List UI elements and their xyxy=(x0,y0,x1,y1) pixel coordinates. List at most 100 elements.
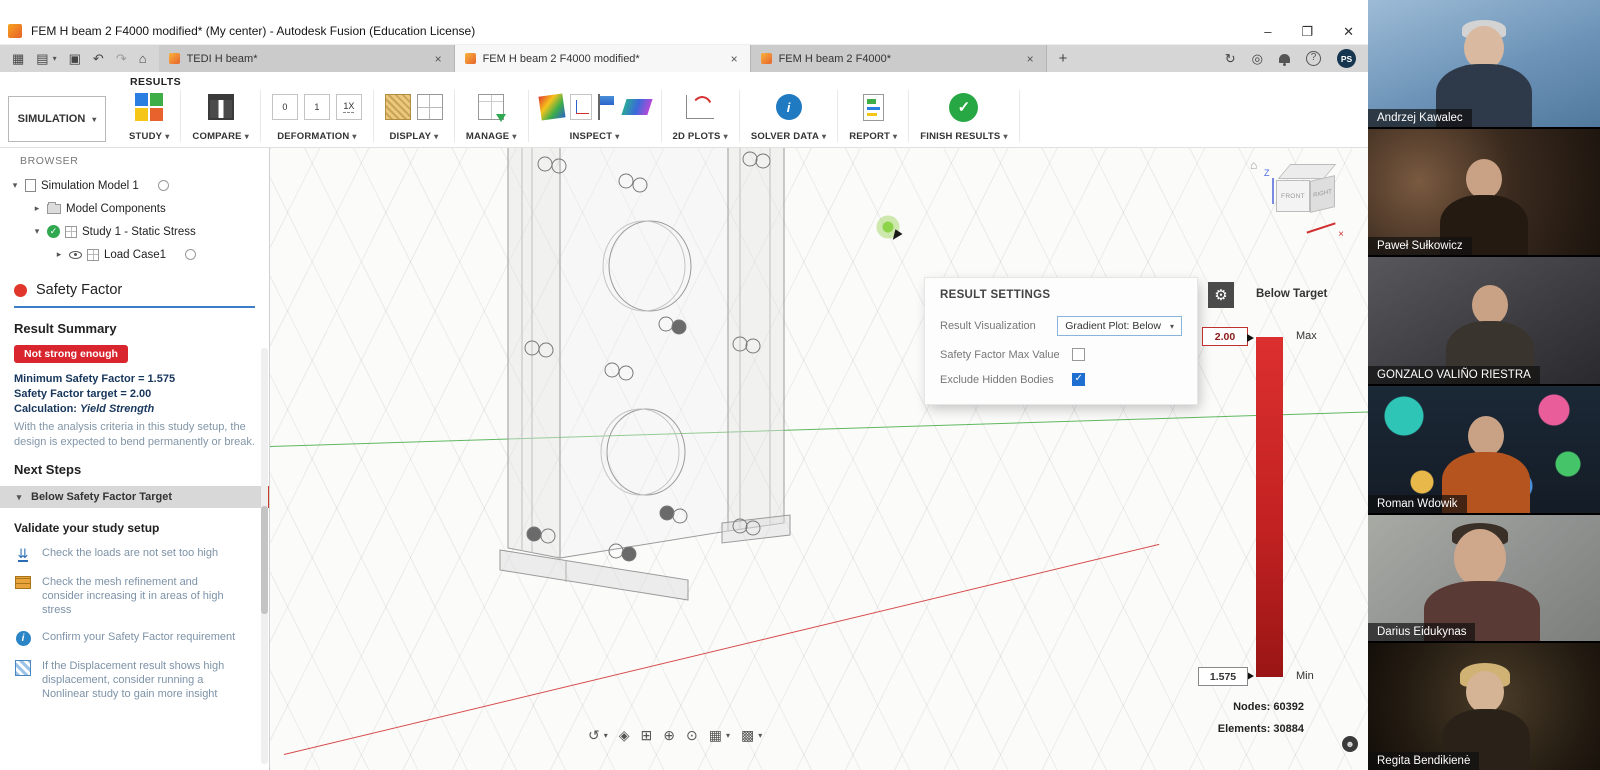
visibility-ring-icon[interactable] xyxy=(185,249,196,260)
zoom-window-icon[interactable]: ⊞ xyxy=(641,727,653,744)
compare-icon[interactable] xyxy=(208,94,234,120)
result-type-title: Safety Factor xyxy=(36,282,122,298)
file-menu-caret-icon[interactable]: ▾ xyxy=(53,54,57,63)
tab-close-icon[interactable]: × xyxy=(433,52,444,66)
gradient-result-icon[interactable] xyxy=(538,93,565,120)
slice-plane-icon[interactable] xyxy=(621,99,652,115)
ribbon-group-display[interactable]: DISPLAY▾ xyxy=(374,90,455,142)
participant-avatar xyxy=(1468,416,1504,456)
tab-tedi-h-beam[interactable]: TEDI H beam* × xyxy=(159,45,455,72)
caret-down-icon[interactable]: ▾ xyxy=(10,180,20,191)
result-type-header: Safety Factor xyxy=(14,282,255,308)
undeformed-icon[interactable]: 0 xyxy=(272,94,298,120)
tree-item-simulation-model[interactable]: ▾ Simulation Model 1 xyxy=(0,174,269,197)
model-viewport[interactable]: ⌂ Z FRONT RIGHT × RESULT SETTINGS Result… xyxy=(270,148,1368,770)
ribbon-group-report[interactable]: REPORT▾ xyxy=(838,90,909,142)
caret-right-icon[interactable]: ▸ xyxy=(54,249,64,260)
user-avatar[interactable]: PS xyxy=(1337,49,1356,68)
study-icon[interactable] xyxy=(135,93,163,121)
ribbon-group-study[interactable]: STUDY▾ xyxy=(118,90,181,142)
undo-icon[interactable]: ↶ xyxy=(93,51,104,67)
report-doc-icon[interactable] xyxy=(863,94,884,121)
visualization-dropdown[interactable]: Gradient Plot: Below ▾ xyxy=(1057,316,1182,336)
exclude-hidden-row: Exclude Hidden Bodies xyxy=(925,367,1197,392)
tree-item-study1[interactable]: ▾ ✓ Study 1 - Static Stress xyxy=(0,220,269,243)
look-at-icon[interactable]: ⊙ xyxy=(686,727,698,744)
redo-icon[interactable]: ↷ xyxy=(116,51,127,67)
participant-tile[interactable]: Roman Wdowik xyxy=(1368,386,1600,515)
grid-menu-icon[interactable]: ▦ xyxy=(12,51,24,67)
solver-info-icon[interactable]: i xyxy=(776,94,802,120)
tab-close-icon[interactable]: × xyxy=(1025,52,1036,66)
caret-down-icon[interactable]: ▾ xyxy=(14,492,24,503)
safety-factor-max-checkbox[interactable] xyxy=(1072,348,1085,361)
home-view-icon[interactable]: ⌂ xyxy=(1250,158,1257,172)
home-icon[interactable]: ⌂ xyxy=(139,51,147,66)
display-settings-icon[interactable]: ▦ xyxy=(709,727,722,744)
legend-min-value[interactable]: 1.575 xyxy=(1198,667,1248,686)
workspace-selector[interactable]: SIMULATION▾ xyxy=(8,96,106,142)
orbit-icon[interactable]: ↺ xyxy=(588,727,600,744)
legend-max-value[interactable]: 2.00 xyxy=(1202,327,1248,346)
visibility-ring-icon[interactable] xyxy=(158,180,169,191)
deformed-icon[interactable]: 1 xyxy=(304,94,330,120)
chevron-down-icon: ▾ xyxy=(726,731,730,740)
browser-scrollbar[interactable] xyxy=(261,348,268,764)
ribbon-tab-results[interactable]: RESULTS xyxy=(130,76,181,88)
participant-tile[interactable]: Regita Bendikienė xyxy=(1368,643,1600,770)
tree-item-load-case1[interactable]: ▸ Load Case1 xyxy=(0,243,269,266)
close-button[interactable]: ✕ xyxy=(1343,24,1354,40)
tree-item-model-components[interactable]: ▸ Model Components xyxy=(0,197,269,220)
deformation-scale-icon[interactable]: 1X xyxy=(336,94,362,120)
participant-tile[interactable]: Darius Eidukynas xyxy=(1368,515,1600,644)
ribbon-group-deformation[interactable]: 0 1 1X DEFORMATION▾ xyxy=(261,90,374,142)
tab-fem-h-beam[interactable]: FEM H beam 2 F4000* × xyxy=(751,45,1047,72)
caret-down-icon[interactable]: ▾ xyxy=(32,226,42,237)
mesh-display-icon[interactable] xyxy=(385,94,411,120)
finish-check-icon[interactable]: ✓ xyxy=(949,93,978,122)
viewcube-right-face[interactable]: RIGHT xyxy=(1310,175,1335,213)
pan-icon[interactable]: ◈ xyxy=(619,727,630,744)
below-target-row[interactable]: ▾ Below Safety Factor Target xyxy=(0,486,269,508)
ribbon-group-2d-plots[interactable]: 2D PLOTS▾ xyxy=(662,90,740,142)
job-status-icon[interactable]: ◎ xyxy=(1252,51,1263,67)
maximize-button[interactable]: ❐ xyxy=(1301,24,1313,40)
new-tab-button[interactable]: + xyxy=(1047,45,1080,72)
exclude-hidden-checkbox[interactable] xyxy=(1072,373,1085,386)
caret-right-icon[interactable]: ▸ xyxy=(32,203,42,214)
zoom-icon[interactable]: ⊕ xyxy=(663,727,675,744)
manage-icon[interactable] xyxy=(478,94,504,120)
window-title: FEM H beam 2 F4000 modified* (My center)… xyxy=(31,24,475,38)
plot-curve-icon[interactable] xyxy=(686,95,714,119)
safety-factor-max-label: Safety Factor Max Value xyxy=(940,349,1072,361)
notifications-bell-icon[interactable] xyxy=(1279,54,1290,63)
chevron-down-icon: ▾ xyxy=(165,132,169,141)
help-icon[interactable]: ? xyxy=(1306,51,1321,66)
participant-tile[interactable]: Paweł Sułkowicz xyxy=(1368,129,1600,258)
probe-flag-icon[interactable] xyxy=(598,94,618,120)
view-cube[interactable]: ⌂ Z FRONT RIGHT × xyxy=(1250,154,1346,242)
minimize-button[interactable]: – xyxy=(1264,24,1271,40)
xyz-probe-icon[interactable] xyxy=(570,94,592,120)
result-settings-panel: RESULT SETTINGS Result Visualization Gra… xyxy=(925,278,1197,404)
ribbon-group-compare[interactable]: COMPARE▾ xyxy=(181,90,260,142)
result-visualization-row: Result Visualization Gradient Plot: Belo… xyxy=(925,310,1197,342)
sync-status-icon[interactable]: ↻ xyxy=(1225,51,1236,67)
legend-settings-gear-icon[interactable]: ⚙ xyxy=(1208,282,1234,308)
ribbon-group-finish-results[interactable]: ✓ FINISH RESULTS▾ xyxy=(909,90,1019,142)
tab-fem-h-beam-modified[interactable]: FEM H beam 2 F4000 modified* × xyxy=(455,45,751,72)
participant-tile[interactable]: GONZALO VALIÑO RIESTRA xyxy=(1368,257,1600,386)
ribbon-group-inspect[interactable]: INSPECT▾ xyxy=(529,90,662,142)
eye-icon[interactable] xyxy=(69,251,82,259)
grid-display-icon[interactable] xyxy=(417,94,443,120)
save-icon[interactable]: ▣ xyxy=(69,51,81,67)
participant-tile[interactable]: Andrzej Kawalec xyxy=(1368,0,1600,129)
ribbon-group-manage[interactable]: MANAGE▾ xyxy=(455,90,529,142)
tab-close-icon[interactable]: × xyxy=(729,52,740,66)
viewcube-front-face[interactable]: FRONT xyxy=(1276,180,1310,212)
grid-settings-icon[interactable]: ▩ xyxy=(741,727,754,744)
file-menu-icon[interactable]: ▤ xyxy=(36,51,48,67)
scrollbar-thumb[interactable] xyxy=(261,506,268,614)
ribbon-group-solver-data[interactable]: i SOLVER DATA▾ xyxy=(740,90,838,142)
participant-avatar xyxy=(1472,285,1508,325)
